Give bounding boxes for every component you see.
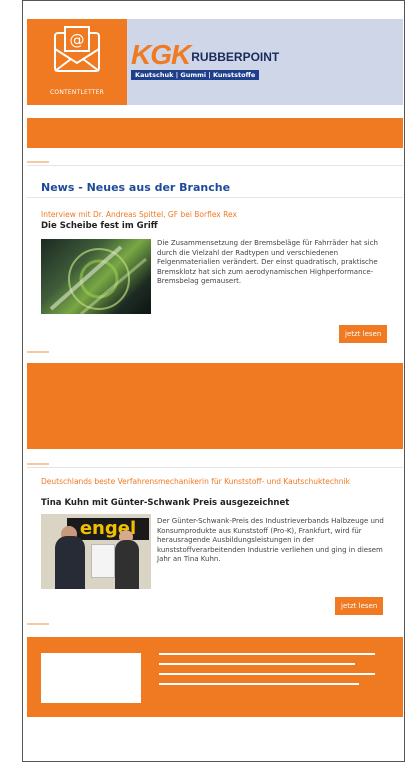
footer-text-line bbox=[159, 663, 355, 665]
divider bbox=[27, 467, 403, 468]
brake-disc-illustration bbox=[49, 245, 147, 316]
article-title[interactable]: Tina Kuhn mit Günter-Schwank Preis ausge… bbox=[41, 498, 289, 508]
logo-tagline: Kautschuk | Gummi | Kunststoffe bbox=[131, 70, 260, 80]
section-title: News - Neues aus der Branche bbox=[41, 181, 231, 194]
contentletter-badge[interactable]: @ CONTENTLETTER bbox=[27, 19, 127, 105]
divider-accent bbox=[27, 623, 49, 625]
article-kicker[interactable]: Deutschlands beste Verfahrensmechanikeri… bbox=[41, 477, 371, 486]
award-certificate bbox=[91, 544, 115, 578]
divider-accent bbox=[27, 463, 49, 465]
logo-rubberpoint-text: RUBBERPOINT bbox=[191, 50, 280, 64]
contentletter-label: CONTENTLETTER bbox=[50, 89, 104, 96]
divider-accent bbox=[27, 351, 49, 353]
newsletter-frame: @ CONTENTLETTER KGKRUBBERPOINT Kautschuk… bbox=[22, 0, 405, 762]
divider-accent bbox=[27, 161, 49, 163]
kgk-logo[interactable]: KGKRUBBERPOINT bbox=[131, 39, 279, 71]
svg-text:@: @ bbox=[70, 31, 85, 49]
footer-text-line bbox=[159, 653, 375, 655]
logo-kgk-text: KGK bbox=[131, 39, 191, 70]
article-body: Der Günter-Schwank-Preis des Industrieve… bbox=[157, 517, 384, 563]
engel-sign: engel bbox=[67, 518, 149, 540]
footer-image-placeholder bbox=[41, 653, 141, 703]
divider bbox=[27, 165, 403, 166]
read-more-button[interactable]: jetzt lesen bbox=[335, 597, 384, 615]
article-image-brake-disc[interactable] bbox=[41, 239, 151, 316]
person-left bbox=[55, 536, 85, 589]
envelope-at-icon: @ bbox=[54, 26, 100, 72]
article-title[interactable]: Die Scheibe fest im Griff bbox=[41, 221, 158, 231]
article-image-award[interactable]: engel bbox=[41, 514, 151, 589]
banner-ad-middle[interactable] bbox=[27, 363, 403, 449]
banner-ad-top[interactable] bbox=[27, 118, 403, 148]
footer-text-line bbox=[159, 683, 359, 685]
header: @ CONTENTLETTER KGKRUBBERPOINT Kautschuk… bbox=[27, 19, 403, 105]
article-body: Die Zusammensetzung der Bremsbeläge für … bbox=[157, 239, 378, 285]
divider bbox=[27, 197, 403, 198]
person-right bbox=[115, 540, 139, 589]
read-more-button[interactable]: jetzt lesen bbox=[339, 325, 388, 343]
footer-text-line bbox=[159, 673, 375, 675]
article-kicker[interactable]: Interview mit Dr. Andreas Spittel, GF be… bbox=[41, 210, 237, 219]
